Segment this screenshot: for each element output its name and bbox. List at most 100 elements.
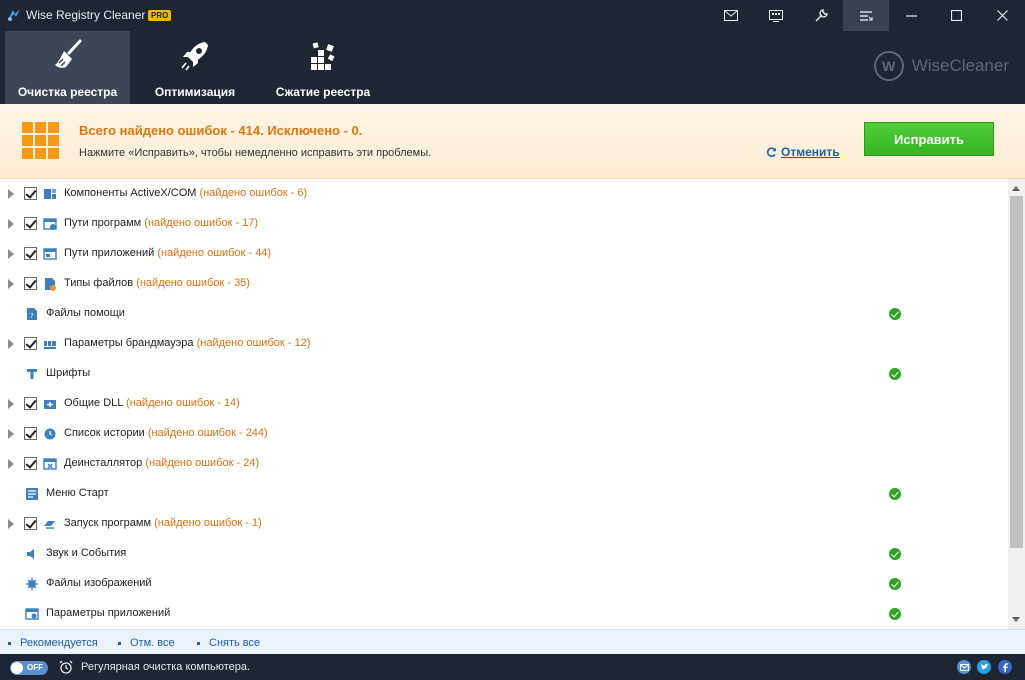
app-logo-icon (8, 9, 20, 21)
expand-arrow-icon[interactable] (8, 519, 14, 529)
main-nav: Очистка реестра Оптимизация Сжатие реест… (0, 31, 1025, 104)
error-count[interactable]: (найдено ошибок - 35) (136, 277, 250, 289)
tab-optimization[interactable]: Оптимизация (135, 31, 255, 104)
category-checkbox[interactable] (24, 337, 37, 350)
category-checkbox[interactable] (24, 397, 37, 410)
error-count[interactable]: (найдено ошибок - 1) (154, 517, 262, 529)
menu-button[interactable] (843, 0, 889, 31)
category-row[interactable]: Пути программ (найдено ошибок - 17) (0, 209, 1008, 239)
category-row[interactable]: Компоненты ActiveX/COM (найдено ошибок -… (0, 179, 1008, 209)
error-count[interactable]: (найдено ошибок - 12) (197, 337, 311, 349)
ok-check-icon (889, 308, 901, 320)
error-count[interactable]: (найдено ошибок - 6) (200, 187, 308, 199)
category-name: Пути приложений (64, 247, 155, 259)
category-label: Запуск программ (найдено ошибок - 1) (64, 517, 262, 529)
mail-icon (724, 10, 738, 21)
cancel-link[interactable]: Отменить (766, 145, 840, 159)
scheduled-clean-toggle[interactable]: OFF (10, 661, 48, 675)
wisecleaner-brand[interactable]: W WiseCleaner (873, 51, 1009, 81)
select-all-link[interactable]: Отм. все (118, 637, 175, 649)
settings-button[interactable] (798, 0, 844, 31)
list-scrollbar[interactable] (1008, 179, 1025, 629)
expand-arrow-icon[interactable] (8, 249, 14, 259)
title-bar: Wise Registry Cleaner X PRO (0, 0, 1025, 31)
program-paths-icon (43, 218, 57, 230)
category-checkbox[interactable] (24, 427, 37, 440)
category-name: Компоненты ActiveX/COM (64, 187, 197, 199)
broom-icon (54, 39, 81, 68)
status-bar: OFF Регулярная очистка компьютера. (0, 654, 1025, 680)
brand-name: WiseCleaner (911, 56, 1009, 75)
expand-arrow-icon[interactable] (8, 279, 14, 289)
twitter-icon[interactable] (977, 660, 991, 674)
scroll-down-arrow-icon[interactable] (1012, 617, 1020, 622)
category-row[interactable]: Файлы изображений (0, 569, 1008, 599)
category-row[interactable]: Общие DLL (найдено ошибок - 14) (0, 389, 1008, 419)
toggle-knob (11, 662, 23, 674)
help-files-icon: ? (27, 308, 37, 320)
startup-icon (44, 521, 55, 529)
category-row[interactable]: ? Файлы помощи (0, 299, 1008, 329)
facebook-icon[interactable] (998, 660, 1012, 674)
error-count[interactable]: (найдено ошибок - 14) (126, 397, 240, 409)
file-types-icon (45, 278, 56, 291)
category-row[interactable]: Деинсталлятор (найдено ошибок - 24) (0, 449, 1008, 479)
category-row[interactable]: Параметры приложений (0, 599, 1008, 629)
expand-arrow-icon[interactable] (8, 399, 14, 409)
summary-description: Нажмите «Исправить», чтобы немедленно ис… (79, 147, 432, 159)
expand-arrow-icon[interactable] (8, 189, 14, 199)
category-name: Параметры брандмауэра (64, 337, 194, 349)
category-checkbox[interactable] (24, 247, 37, 260)
expand-arrow-icon[interactable] (8, 219, 14, 229)
tab-registry-cleaner-label: Очистка реестра (17, 85, 118, 99)
category-row[interactable]: Пути приложений (найдено ошибок - 44) (0, 239, 1008, 269)
category-name: Звук и События (46, 547, 127, 559)
error-count[interactable]: (найдено ошибок - 17) (144, 217, 258, 229)
category-label: Звук и События (46, 547, 126, 559)
maximize-button[interactable] (933, 0, 979, 31)
rocket-icon (181, 42, 208, 71)
toggle-state: OFF (27, 663, 43, 672)
category-row[interactable]: Параметры брандмауэра (найдено ошибок - … (0, 329, 1008, 359)
category-label: Деинсталлятор (найдено ошибок - 24) (64, 457, 259, 469)
category-row[interactable]: Запуск программ (найдено ошибок - 1) (0, 509, 1008, 539)
close-button[interactable] (979, 0, 1025, 31)
wrench-icon (815, 9, 828, 22)
category-row[interactable]: Звук и События (0, 539, 1008, 569)
category-label: Пути программ (найдено ошибок - 17) (64, 217, 258, 229)
category-row[interactable]: Шрифты (0, 359, 1008, 389)
fix-button[interactable]: Исправить (864, 122, 994, 156)
category-row[interactable]: Список истории (найдено ошибок - 244) (0, 419, 1008, 449)
category-checkbox[interactable] (24, 517, 37, 530)
category-checkbox[interactable] (24, 217, 37, 230)
tab-registry-defrag-label: Сжатие реестра (275, 85, 371, 99)
expand-arrow-icon[interactable] (8, 429, 14, 439)
status-text: Регулярная очистка компьютера. (81, 661, 251, 673)
tab-registry-defrag[interactable]: Сжатие реестра (262, 31, 384, 104)
category-row[interactable]: Типы файлов (найдено ошибок - 35) (0, 269, 1008, 299)
recommended-link[interactable]: Рекомендуется (8, 637, 98, 649)
scroll-thumb[interactable] (1010, 196, 1023, 548)
category-label: Параметры брандмауэра (найдено ошибок - … (64, 337, 310, 349)
email-share-icon[interactable] (957, 660, 971, 674)
tab-registry-cleaner[interactable]: Очистка реестра (5, 31, 130, 104)
expand-arrow-icon[interactable] (8, 339, 14, 349)
category-checkbox[interactable] (24, 277, 37, 290)
scan-summary: Всего найдено ошибок - 414. Исключено - … (0, 104, 1025, 179)
category-name: Список истории (64, 427, 145, 439)
dll-icon (44, 400, 56, 409)
error-count[interactable]: (найдено ошибок - 244) (148, 427, 268, 439)
skin-button[interactable] (753, 0, 799, 31)
minimize-button[interactable] (888, 0, 934, 31)
feedback-mail-button[interactable] (708, 0, 754, 31)
error-count[interactable]: (найдено ошибок - 44) (157, 247, 271, 259)
category-checkbox[interactable] (24, 187, 37, 200)
error-count[interactable]: (найдено ошибок - 24) (145, 457, 259, 469)
category-row[interactable]: Меню Старт (0, 479, 1008, 509)
expand-arrow-icon[interactable] (8, 459, 14, 469)
category-name: Меню Старт (46, 487, 109, 499)
scroll-up-arrow-icon[interactable] (1012, 186, 1020, 191)
ok-check-icon (889, 488, 901, 500)
deselect-all-link[interactable]: Снять все (196, 637, 260, 649)
category-checkbox[interactable] (24, 457, 37, 470)
